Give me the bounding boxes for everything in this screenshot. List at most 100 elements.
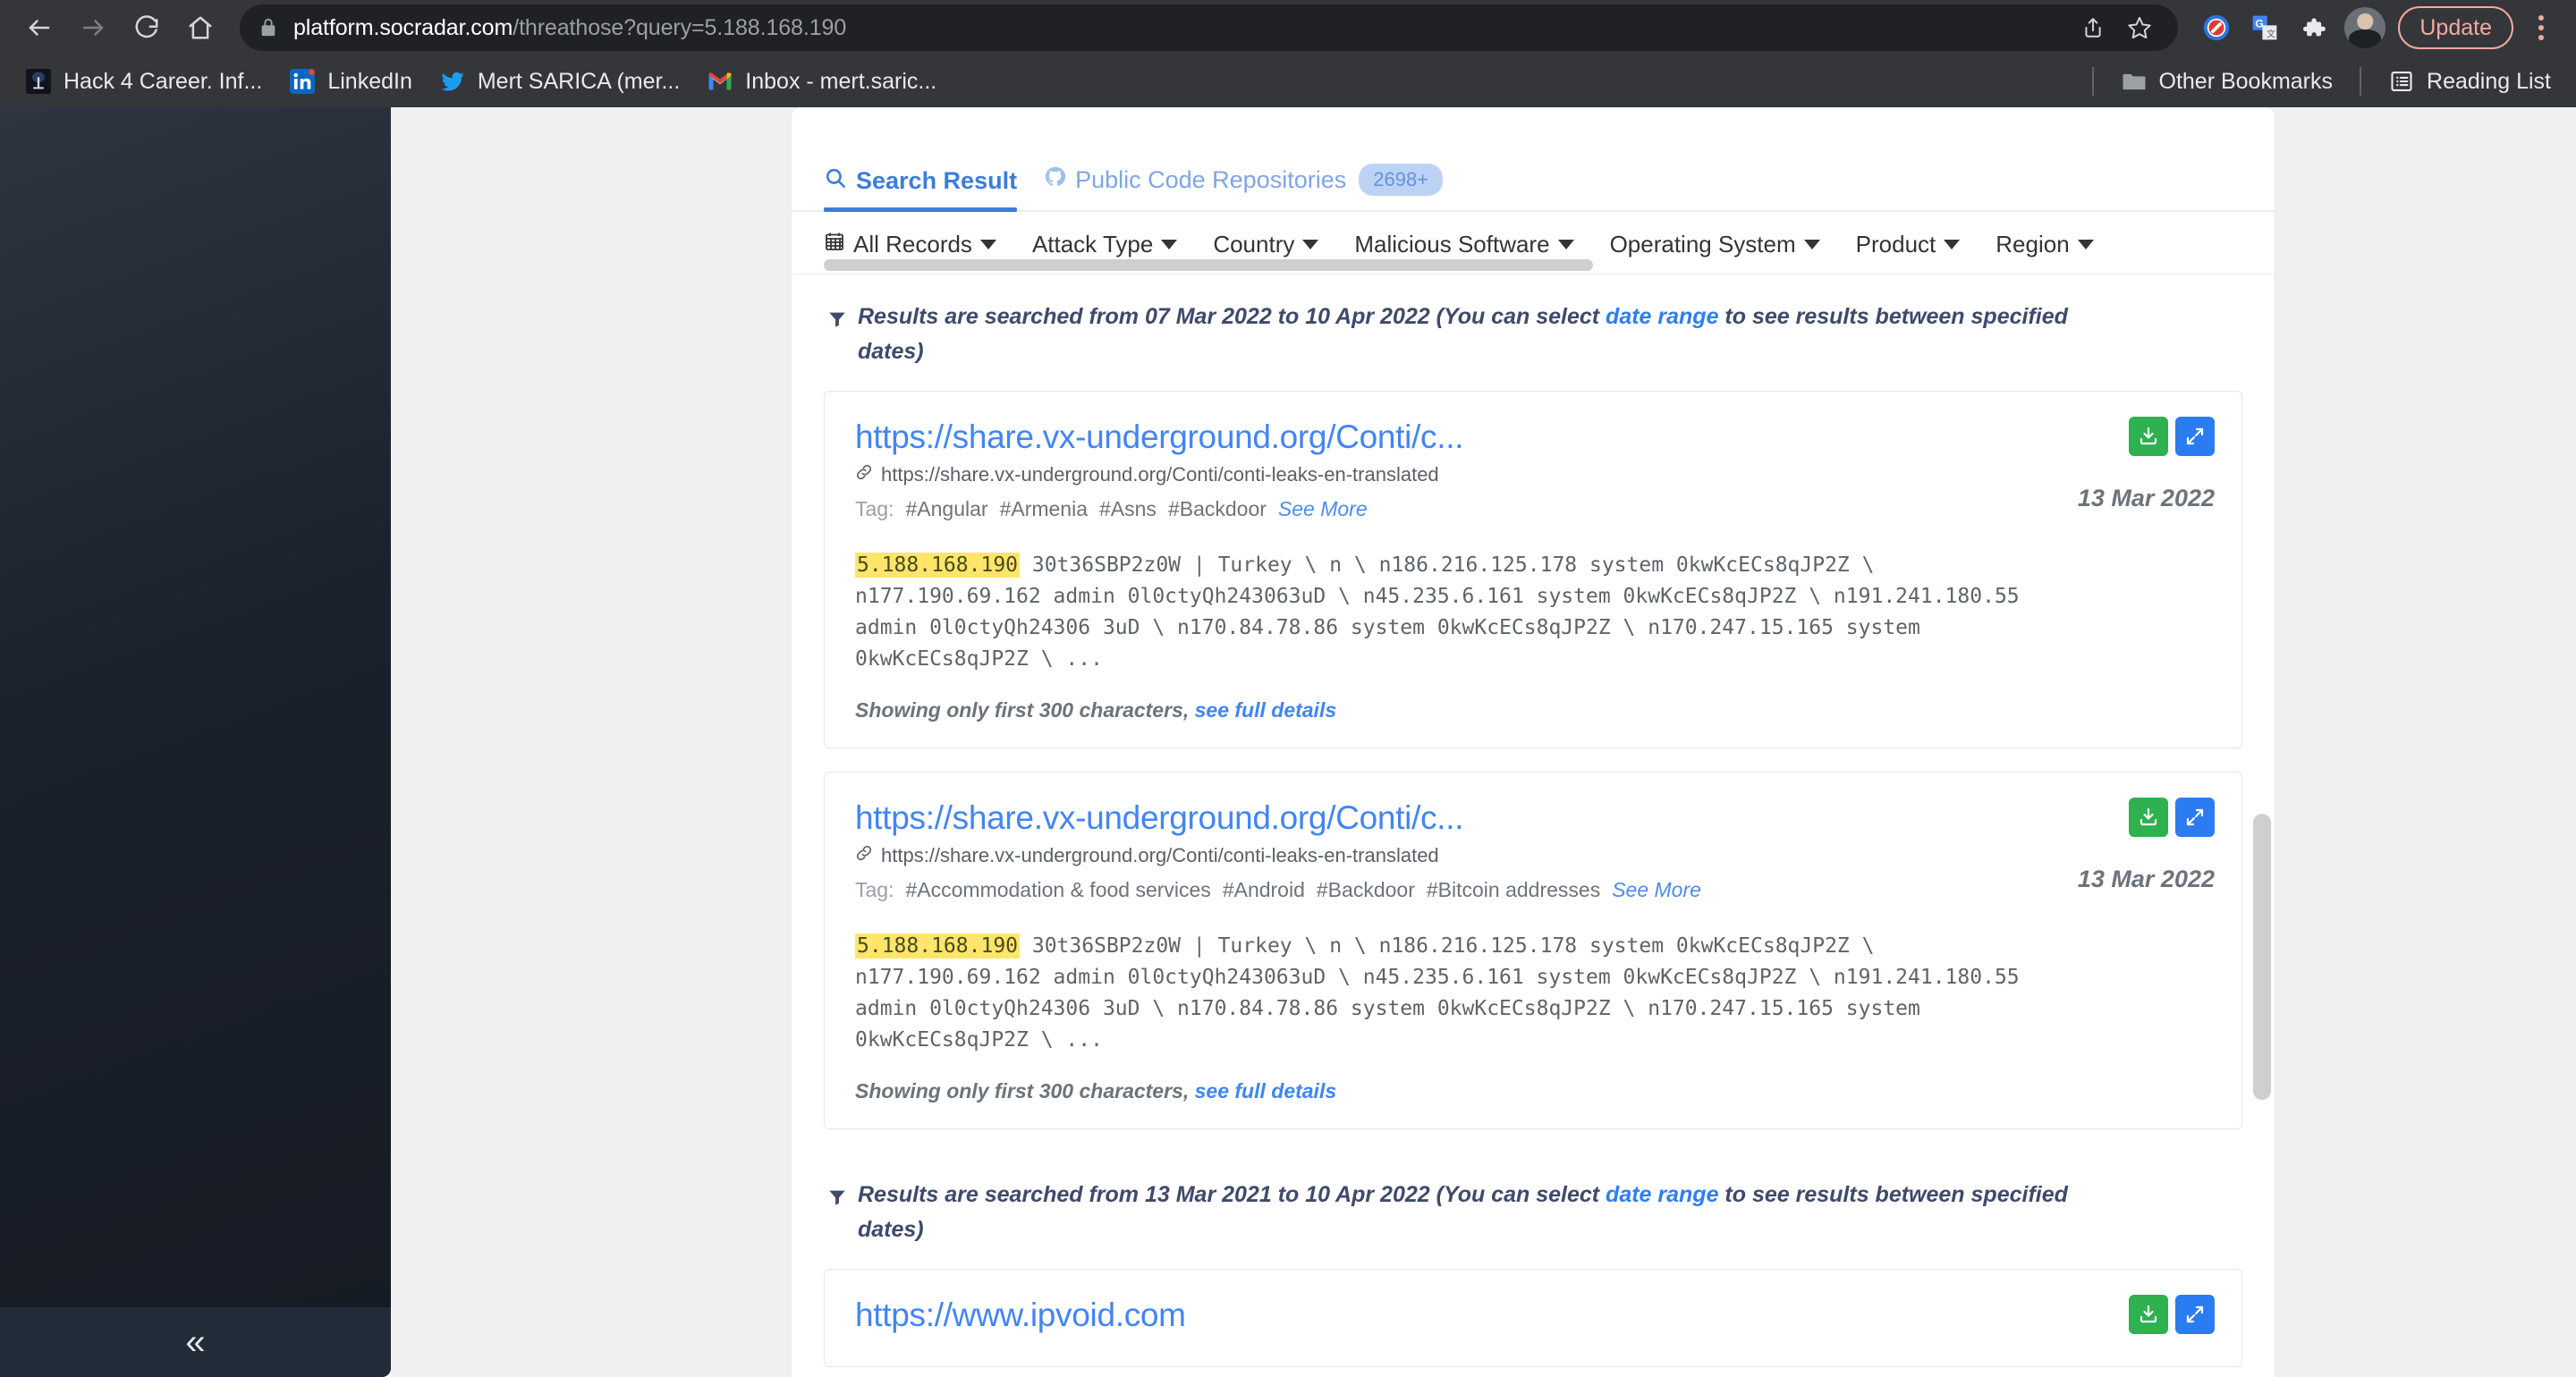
chevron-down-icon	[1944, 240, 1961, 249]
see-full-details-link[interactable]: see full details	[1195, 1079, 1337, 1102]
see-full-details-link[interactable]: see full details	[1195, 698, 1337, 722]
divider	[2360, 67, 2362, 96]
divider	[2091, 67, 2094, 96]
tag-item[interactable]: #Android	[1223, 878, 1305, 902]
tag-item[interactable]: #Armenia	[1000, 497, 1088, 521]
browser-menu-button[interactable]	[2521, 4, 2562, 51]
filter-label: Malicious Software	[1354, 231, 1550, 258]
date-range-link[interactable]: date range	[1606, 1182, 1718, 1207]
card-actions	[2129, 416, 2215, 456]
expand-icon[interactable]	[2175, 416, 2215, 456]
bookmark-linkedin[interactable]: LinkedIn	[278, 63, 423, 100]
card-source-url: https://share.vx-underground.org/Conti/c…	[855, 844, 2211, 867]
bookmark-hack4career[interactable]: Hack 4 Career. Inf...	[14, 63, 273, 100]
results-list: Results are searched from 07 Mar 2022 to…	[792, 275, 2275, 1368]
chevron-down-icon	[1161, 240, 1178, 249]
expand-icon[interactable]	[2175, 1294, 2215, 1334]
reading-list-label: Reading List	[2427, 68, 2551, 94]
bookmark-gmail[interactable]: Inbox - mert.saric...	[696, 63, 947, 100]
date-range-link[interactable]: date range	[1606, 304, 1718, 329]
bookmark-label: Inbox - mert.saric...	[745, 68, 937, 94]
tags-label: Tag:	[855, 497, 894, 521]
tag-item[interactable]: #Angular	[905, 497, 987, 521]
address-bar[interactable]: platform.socradar.com/threathose?query=5…	[240, 4, 2179, 51]
filter-funnel-icon	[827, 1183, 847, 1218]
twitter-favicon	[439, 68, 466, 95]
card-title-link[interactable]: https://share.vx-underground.org/Conti/c…	[855, 418, 2211, 457]
extensions-puzzle-icon[interactable]	[2291, 5, 2335, 50]
card-snippet: 5.188.168.190 30t36SBP2z0W | Turkey \ n …	[855, 550, 2045, 675]
avatar[interactable]	[2344, 7, 2386, 48]
results-date-note: Results are searched from 07 Mar 2022 to…	[824, 275, 2139, 378]
filter-label: All Records	[853, 231, 972, 258]
chevron-down-icon	[1302, 240, 1319, 249]
update-button[interactable]: Update	[2398, 6, 2513, 49]
bookmark-label: LinkedIn	[327, 68, 412, 94]
sidebar-collapse-button[interactable]: «	[0, 1307, 391, 1377]
address-bar-text[interactable]: platform.socradar.com/threathose?query=5…	[293, 15, 846, 41]
page-scrollbar-thumb[interactable]	[2253, 814, 2271, 1100]
tag-item[interactable]: #Backdoor	[1168, 497, 1267, 521]
chevron-down-icon	[2077, 240, 2094, 249]
result-card[interactable]: https://www.ipvoid.com	[824, 1268, 2242, 1368]
tab-label: Public Code Repositories	[1075, 165, 1347, 193]
share-icon[interactable]	[2071, 5, 2115, 50]
filter-funnel-icon	[827, 305, 847, 340]
filter-product[interactable]: Product	[1856, 231, 1961, 258]
svg-text:G: G	[2256, 17, 2264, 30]
lock-icon[interactable]	[256, 15, 281, 40]
page-viewport: « Search Result Public Code Repositories…	[0, 107, 2576, 1377]
other-bookmarks-button[interactable]: Other Bookmarks	[2110, 63, 2344, 100]
card-actions	[2129, 1294, 2215, 1334]
tag-item[interactable]: #Asns	[1099, 497, 1157, 521]
download-icon[interactable]	[2129, 416, 2168, 456]
result-card[interactable]: 13 Mar 2022 https://share.vx-underground…	[824, 390, 2242, 748]
bookmark-label: Mert SARICA (mer...	[477, 68, 681, 94]
filter-malicious-software[interactable]: Malicious Software	[1354, 231, 1574, 258]
download-icon[interactable]	[2129, 1294, 2168, 1334]
google-translate-extension-icon[interactable]: G文	[2242, 5, 2287, 50]
bookmark-twitter[interactable]: Mert SARICA (mer...	[428, 63, 691, 100]
expand-icon[interactable]	[2175, 797, 2215, 837]
filter-region[interactable]: Region	[1996, 231, 2094, 258]
linkedin-favicon	[289, 68, 316, 95]
see-more-tags-link[interactable]: See More	[1278, 497, 1368, 521]
extensions-area: G文 Update	[2194, 4, 2562, 51]
filter-all-records[interactable]: All Records	[824, 230, 996, 259]
filter-attack-type[interactable]: Attack Type	[1032, 231, 1178, 258]
tag-item[interactable]: #Accommodation & food services	[905, 878, 1210, 902]
filter-country[interactable]: Country	[1213, 231, 1319, 258]
result-card[interactable]: 13 Mar 2022 https://share.vx-underground…	[824, 771, 2242, 1130]
card-title-link[interactable]: https://share.vx-underground.org/Conti/c…	[855, 799, 2211, 838]
search-results-panel: Search Result Public Code Repositories 2…	[792, 107, 2275, 1377]
svg-text:文: 文	[2267, 29, 2275, 40]
forward-button[interactable]	[68, 3, 118, 53]
tab-public-code-repositories[interactable]: Public Code Repositories 2698+	[1044, 164, 1444, 210]
snippet-text: 30t36SBP2z0W | Turkey \ n \ n186.216.125…	[855, 934, 2020, 1052]
double-chevron-left-icon: «	[185, 1322, 206, 1362]
see-more-tags-link[interactable]: See More	[1612, 878, 1701, 902]
filter-label: Region	[1996, 231, 2070, 258]
download-icon[interactable]	[2129, 797, 2168, 837]
back-button[interactable]	[14, 3, 64, 53]
github-icon	[1044, 165, 1066, 194]
card-footer-text: Showing only first 300 characters,	[855, 697, 1195, 722]
adblock-extension-icon[interactable]	[2194, 5, 2239, 50]
card-actions	[2129, 797, 2215, 837]
star-icon[interactable]	[2117, 5, 2162, 50]
filters-horizontal-scrollbar[interactable]	[824, 259, 1593, 271]
filter-operating-system[interactable]: Operating System	[1610, 231, 1820, 258]
tag-item[interactable]: #Backdoor	[1317, 878, 1415, 902]
tag-item[interactable]: #Bitcoin addresses	[1427, 878, 1600, 902]
home-button[interactable]	[175, 3, 225, 53]
card-footer: Showing only first 300 characters, see f…	[855, 1079, 2211, 1103]
filters-bar: All Records Attack Type Country Maliciou…	[792, 212, 2275, 275]
reload-button[interactable]	[122, 3, 172, 53]
bookmarks-bar: Hack 4 Career. Inf... LinkedIn Mert SARI…	[0, 55, 2576, 107]
tab-search-result[interactable]: Search Result	[824, 166, 1018, 212]
card-footer: Showing only first 300 characters, see f…	[855, 698, 2211, 722]
calendar-icon	[824, 230, 845, 259]
reading-list-button[interactable]: Reading List	[2377, 63, 2562, 100]
card-title-link[interactable]: https://www.ipvoid.com	[855, 1297, 2211, 1335]
card-tags: Tag: #Angular #Armenia #Asns #Backdoor S…	[855, 497, 2211, 521]
